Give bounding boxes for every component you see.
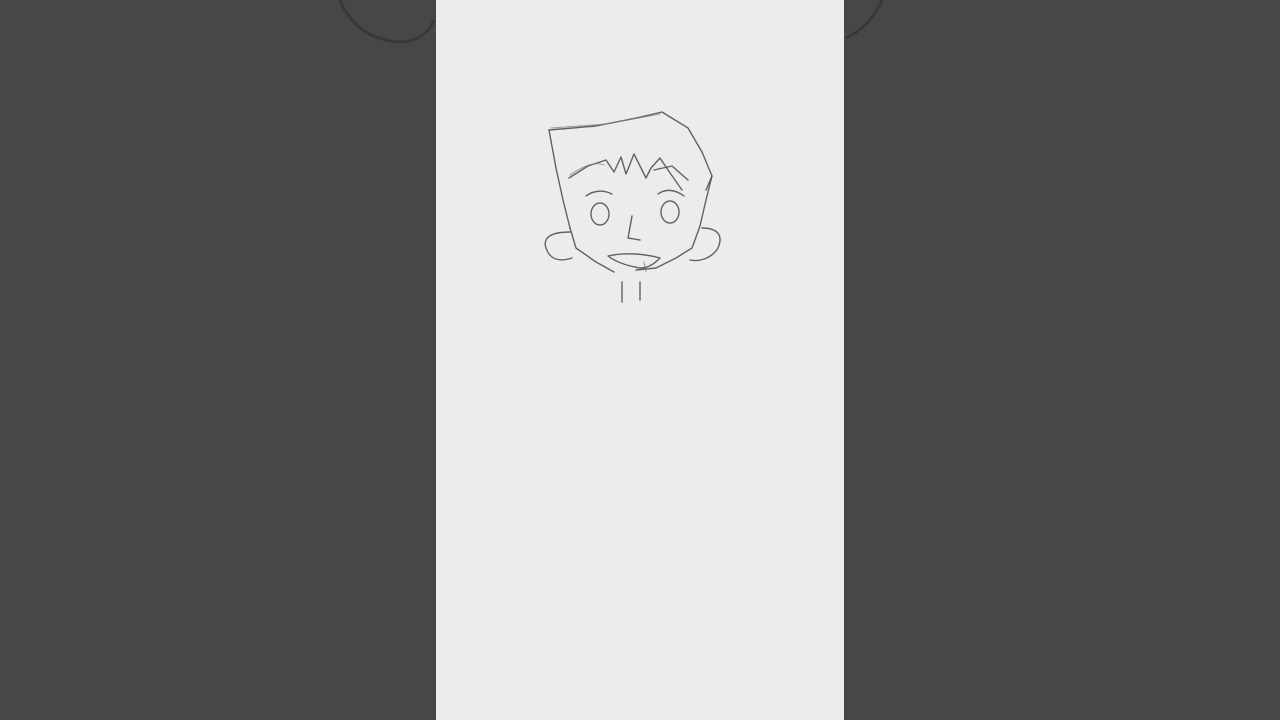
right-blurred-backdrop	[844, 0, 1280, 720]
right-eye	[660, 200, 680, 224]
hair-bangs	[568, 153, 683, 191]
pencil-sketch-boy-face-icon	[544, 111, 721, 303]
drawing-canvas[interactable]	[436, 0, 844, 720]
nose	[627, 215, 641, 241]
head-left-side	[548, 129, 571, 229]
head-right-side	[635, 175, 713, 271]
right-backdrop-sketch-fragment	[845, 0, 884, 40]
left-backdrop-sketch-fragment	[338, 0, 436, 44]
hair-outline	[548, 111, 713, 191]
mouth	[607, 253, 661, 269]
right-ear	[689, 227, 721, 262]
left-ear	[544, 231, 573, 261]
left-blurred-backdrop	[0, 0, 436, 720]
left-eyebrow	[585, 190, 613, 197]
video-frame	[0, 0, 1280, 720]
jaw-left	[569, 227, 615, 273]
right-eyebrow	[657, 189, 685, 197]
left-eye	[590, 202, 610, 226]
